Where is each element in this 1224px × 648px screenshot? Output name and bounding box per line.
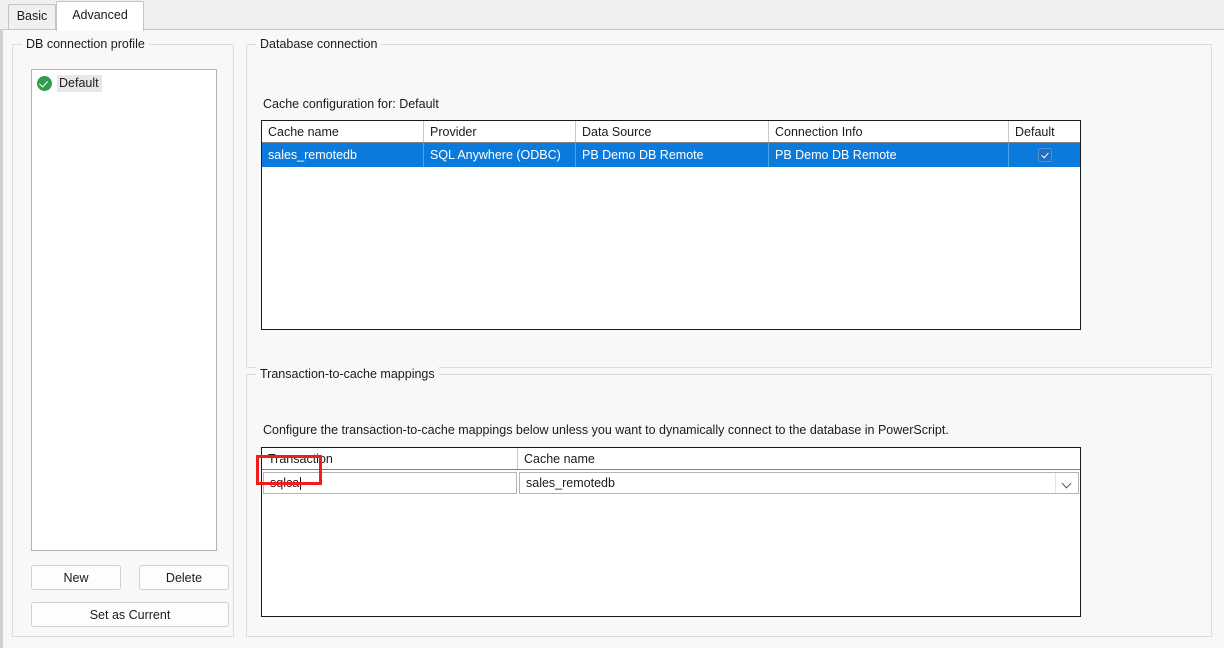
cell-provider: SQL Anywhere (ODBC) [424,143,576,167]
cache-name-combobox[interactable]: sales_remotedb [519,472,1079,494]
profile-item-label: Default [57,75,102,92]
chevron-down-icon[interactable] [1055,473,1078,493]
green-check-circle-icon [37,76,52,91]
column-header-transaction[interactable]: Transaction [262,448,518,469]
column-header-data-source[interactable]: Data Source [576,121,769,142]
column-header-connection-info[interactable]: Connection Info [769,121,1009,142]
list-item[interactable]: Default [32,73,216,94]
cache-table[interactable]: Cache name Provider Data Source Connecti… [261,120,1081,330]
cache-table-header-row: Cache name Provider Data Source Connecti… [262,121,1080,143]
table-row[interactable]: sales_remotedb SQL Anywhere (ODBC) PB De… [262,143,1080,167]
transaction-input-value: sqlca [270,476,299,490]
transaction-mappings-legend: Transaction-to-cache mappings [256,367,439,381]
cell-default[interactable] [1009,143,1080,167]
database-connection-legend: Database connection [256,37,381,51]
advanced-tab-panel: DB connection profile Default New Delete… [0,29,1224,648]
transaction-input[interactable]: sqlca [263,472,517,494]
tab-basic[interactable]: Basic [8,4,56,30]
db-connection-profile-group: DB connection profile Default New Delete… [12,44,234,637]
cell-connection-info: PB Demo DB Remote [769,143,1009,167]
cell-cache-name: sales_remotedb [262,143,424,167]
cell-mapping-cache-name[interactable]: sales_remotedb [518,470,1080,496]
column-header-default[interactable]: Default [1009,121,1080,142]
cell-transaction[interactable]: sqlca [262,470,518,496]
tab-strip: Basic Advanced [0,0,1224,30]
text-cursor [300,477,301,490]
table-row[interactable]: sqlca sales_remotedb [262,470,1080,496]
db-connection-profile-legend: DB connection profile [22,37,149,51]
cache-configuration-label: Cache configuration for: Default [263,97,439,111]
default-checkbox-checked-icon[interactable] [1038,148,1052,162]
column-header-mapping-cache-name[interactable]: Cache name [518,448,1080,469]
profile-delete-button[interactable]: Delete [139,565,229,590]
tab-advanced[interactable]: Advanced [56,1,144,31]
cell-data-source: PB Demo DB Remote [576,143,769,167]
cache-name-combobox-value: sales_remotedb [526,476,615,490]
transaction-mappings-description: Configure the transaction-to-cache mappi… [263,423,949,437]
transaction-to-cache-mappings-group: Transaction-to-cache mappings Configure … [246,374,1212,637]
column-header-provider[interactable]: Provider [424,121,576,142]
mapping-table-header-row: Transaction Cache name [262,448,1080,470]
window-left-edge [0,29,3,648]
profile-listbox[interactable]: Default [31,69,217,551]
profile-set-as-current-button[interactable]: Set as Current [31,602,229,627]
profile-new-button[interactable]: New [31,565,121,590]
database-connection-group: Database connection Cache configuration … [246,44,1212,368]
mapping-table[interactable]: Transaction Cache name sqlca sales_remot… [261,447,1081,617]
column-header-cache-name[interactable]: Cache name [262,121,424,142]
